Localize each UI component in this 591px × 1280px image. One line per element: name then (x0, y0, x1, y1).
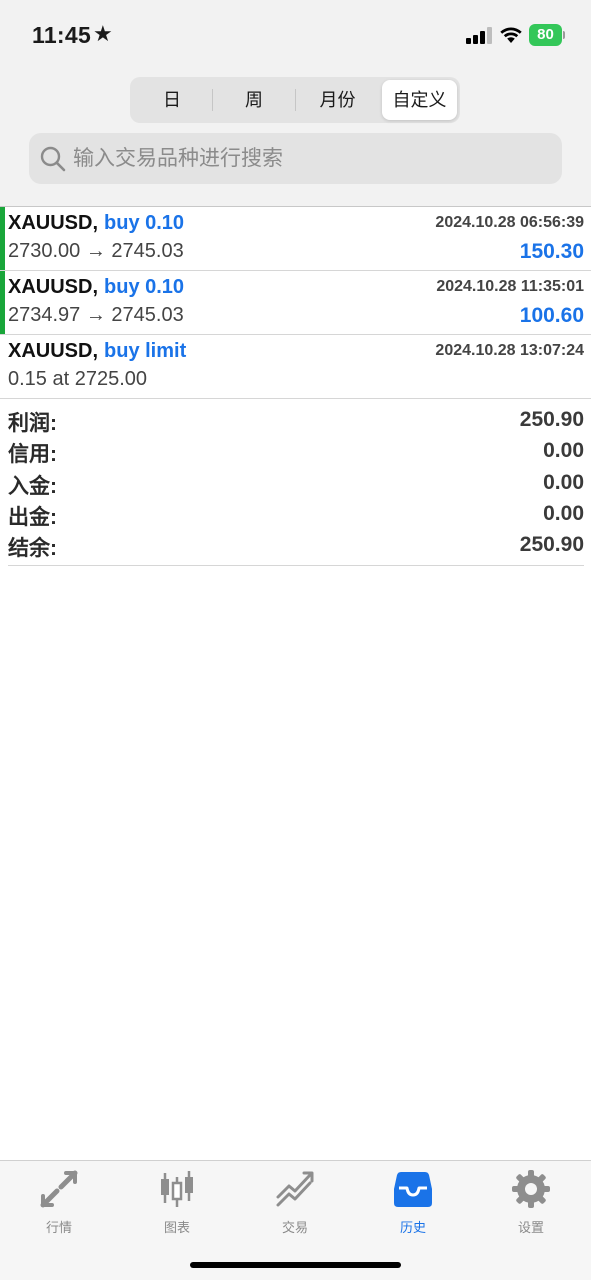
tab-chart-label: 图表 (163, 1220, 190, 1235)
settings-gear-icon (512, 1170, 550, 1208)
period-segmented-control: 日 周 月份 自定义 (130, 77, 460, 123)
tab-chart[interactable]: 图表 (137, 1169, 217, 1239)
battery-level: 80 (529, 24, 562, 46)
tab-history[interactable]: 历史 (373, 1169, 453, 1239)
status-time: 11:45 (32, 22, 92, 48)
buy-indicator-bar (0, 207, 5, 270)
trade-trend-icon (276, 1171, 314, 1207)
search-input[interactable] (73, 133, 553, 184)
tab-trade-label: 交易 (281, 1220, 308, 1235)
buy-indicator-bar (0, 271, 5, 334)
segment-week[interactable]: 周 (215, 80, 293, 120)
history-list: XAUUSD, buy 0.10 2024.10.28 06:56:39 2730… (0, 206, 591, 399)
tab-settings-label: 设置 (517, 1220, 544, 1235)
trade-prices: 2734.97 → 2745.03 (8, 304, 184, 326)
summary-value: 250.90 (519, 533, 584, 557)
account-summary: 利润: 250.90 信用: 0.00 入金: 0.00 出金: 0.00 结余… (8, 405, 584, 567)
trade-datetime: 2024.10.28 06:56:39 (435, 214, 584, 231)
order-action: buy limit (104, 340, 187, 362)
battery-icon: 80 (529, 24, 565, 46)
tab-history-label: 历史 (399, 1220, 426, 1235)
segment-custom[interactable]: 自定义 (382, 80, 457, 120)
order-details: 0.15 at 2725.00 (8, 368, 148, 390)
history-inbox-icon (394, 1172, 432, 1207)
tab-trade[interactable]: 交易 (255, 1169, 335, 1239)
status-bar: 11:45 ★ 80 (0, 0, 591, 70)
summary-balance-row: 结余: 250.90 (8, 530, 584, 561)
home-indicator (190, 1262, 401, 1268)
summary-value: 0.00 (543, 501, 584, 525)
tab-settings[interactable]: 设置 (491, 1169, 571, 1239)
trade-symbol: XAUUSD, buy 0.10 (8, 276, 185, 298)
quotes-arrows-icon (40, 1170, 78, 1208)
tab-quotes-label: 行情 (45, 1220, 72, 1235)
wifi-icon (500, 27, 522, 43)
order-symbol: XAUUSD, buy limit (8, 340, 187, 362)
summary-profit-row: 利润: 250.90 (8, 405, 584, 436)
trade-datetime: 2024.10.28 11:35:01 (436, 278, 584, 295)
summary-value: 250.90 (519, 408, 584, 431)
segment-day[interactable]: 日 (134, 80, 210, 120)
summary-label: 结余: (8, 537, 57, 561)
trade-profit: 100.60 (519, 304, 584, 327)
star-icon: ★ (93, 21, 113, 46)
trade-profit: 150.30 (519, 240, 584, 263)
summary-value: 0.00 (543, 470, 584, 494)
summary-label: 信用: (8, 443, 57, 467)
trade-action: buy 0.10 (104, 212, 185, 234)
summary-credit-row: 信用: 0.00 (8, 436, 584, 467)
summary-label: 入金: (8, 474, 57, 498)
trade-row[interactable]: XAUUSD, buy 0.10 2024.10.28 06:56:39 2730… (0, 207, 591, 271)
order-row[interactable]: XAUUSD, buy limit 2024.10.28 13:07:24 0.1… (0, 335, 591, 399)
summary-value: 0.00 (543, 439, 584, 463)
summary-label: 利润: (8, 412, 57, 435)
summary-label: 出金: (8, 505, 57, 529)
candlestick-chart-icon (161, 1171, 193, 1207)
search-icon (40, 146, 66, 172)
trade-prices: 2730.00 → 2745.03 (8, 240, 184, 262)
search-bar[interactable] (29, 133, 562, 184)
trade-symbol: XAUUSD, buy 0.10 (8, 212, 185, 234)
order-datetime: 2024.10.28 13:07:24 (435, 342, 584, 359)
trade-action: buy 0.10 (104, 276, 185, 298)
tab-quotes[interactable]: 行情 (19, 1169, 99, 1239)
cellular-signal-icon (466, 27, 492, 44)
summary-deposit-row: 入金: 0.00 (8, 468, 584, 499)
segment-month[interactable]: 月份 (298, 80, 377, 120)
trade-row[interactable]: XAUUSD, buy 0.10 2024.10.28 11:35:01 2734… (0, 271, 591, 335)
summary-withdrawal-row: 出金: 0.00 (8, 499, 584, 530)
